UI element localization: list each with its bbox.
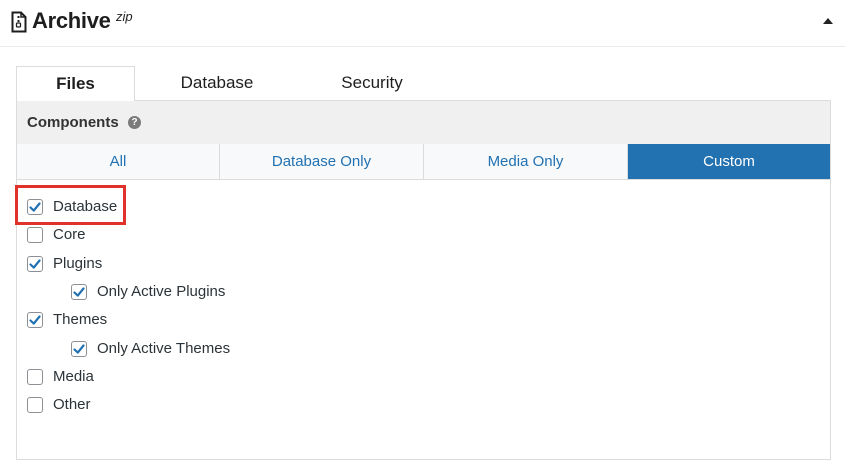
archive-header: Archive zip [0,0,845,47]
archive-tabs: Files Database Security [16,66,831,101]
checkbox-checked[interactable] [71,283,87,300]
checkbox-unchecked[interactable] [27,227,43,244]
component-option-label: Plugins [53,254,103,272]
component-option[interactable]: Plugins [27,254,287,276]
component-option[interactable]: Media [27,367,287,389]
components-panel: Components ? All Database Only Media Onl… [16,100,831,460]
component-option-label: Only Active Plugins [97,282,226,300]
tab-security[interactable]: Security [296,66,448,100]
question-circle-icon[interactable]: ? [128,116,141,129]
checkbox-unchecked[interactable] [27,397,43,414]
component-option-label: Media [53,367,94,385]
component-option-label: Core [53,226,86,244]
database-option-highlight [15,185,126,225]
component-option[interactable]: Only Active Plugins [71,282,331,304]
filter-all-button[interactable]: All [17,144,220,180]
archive-title: Archive [32,8,111,33]
components-title: Components [27,114,119,131]
component-option[interactable]: Only Active Themes [71,339,331,361]
component-option[interactable]: Core [27,225,287,247]
checkbox-checked[interactable] [27,255,43,272]
tab-database[interactable]: Database [138,66,296,100]
tab-files[interactable]: Files [16,66,135,101]
checkbox-checked[interactable] [71,340,87,357]
file-zip-icon [11,11,27,33]
filter-custom-button[interactable]: Custom [628,144,830,180]
component-option-label: Other [53,396,91,414]
filter-media-only-button[interactable]: Media Only [424,144,628,180]
components-header: Components ? [17,101,830,145]
component-option[interactable]: Themes [27,310,287,332]
filter-database-only-button[interactable]: Database Only [220,144,424,180]
checkbox-checked[interactable] [27,312,43,329]
component-option-label: Themes [53,311,108,329]
archive-format-label: zip [116,9,133,24]
component-option[interactable]: Other [27,395,287,417]
checkbox-unchecked[interactable] [27,368,43,385]
component-option-label: Only Active Themes [97,339,231,357]
caret-up-icon[interactable] [823,18,833,24]
